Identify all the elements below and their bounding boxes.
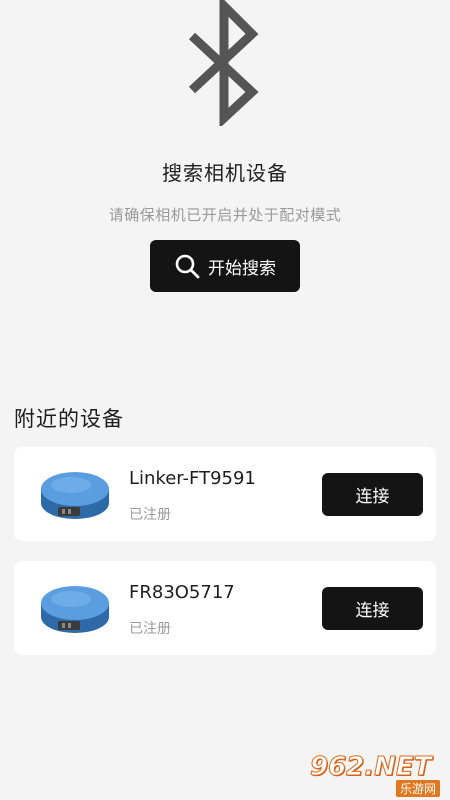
device-name: Linker-FT9591 [129, 468, 256, 489]
page-subtitle: 请确保相机已开启并处于配对模式 [108, 206, 342, 224]
watermark-logo: 962.NET 乐游网 [309, 752, 444, 797]
watermark-brand: 962.NET [309, 752, 432, 783]
device-card[interactable]: FR83O5717 已注册 连接 [14, 561, 436, 655]
device-status: 已注册 [129, 621, 171, 637]
bluetooth-icon [188, 0, 259, 126]
nearby-devices-title: 附近的设备 [14, 407, 124, 431]
device-card[interactable]: Linker-FT9591 已注册 连接 [14, 447, 436, 541]
camera-device-image [41, 472, 109, 519]
start-search-label: 开始搜索 [208, 258, 276, 279]
watermark-subtitle: 乐游网 [395, 780, 440, 797]
page-title: 搜索相机设备 [162, 161, 288, 185]
app-screen: 搜索相机设备 请确保相机已开启并处于配对模式 开始搜索 附近的设备 Linker… [0, 0, 450, 800]
device-status: 已注册 [129, 507, 171, 523]
connect-button[interactable]: 连接 [322, 473, 423, 516]
connect-button[interactable]: 连接 [322, 587, 423, 630]
search-icon [175, 254, 200, 279]
device-name: FR83O5717 [129, 582, 235, 603]
start-search-button[interactable]: 开始搜索 [150, 240, 300, 292]
camera-device-image [41, 586, 109, 633]
